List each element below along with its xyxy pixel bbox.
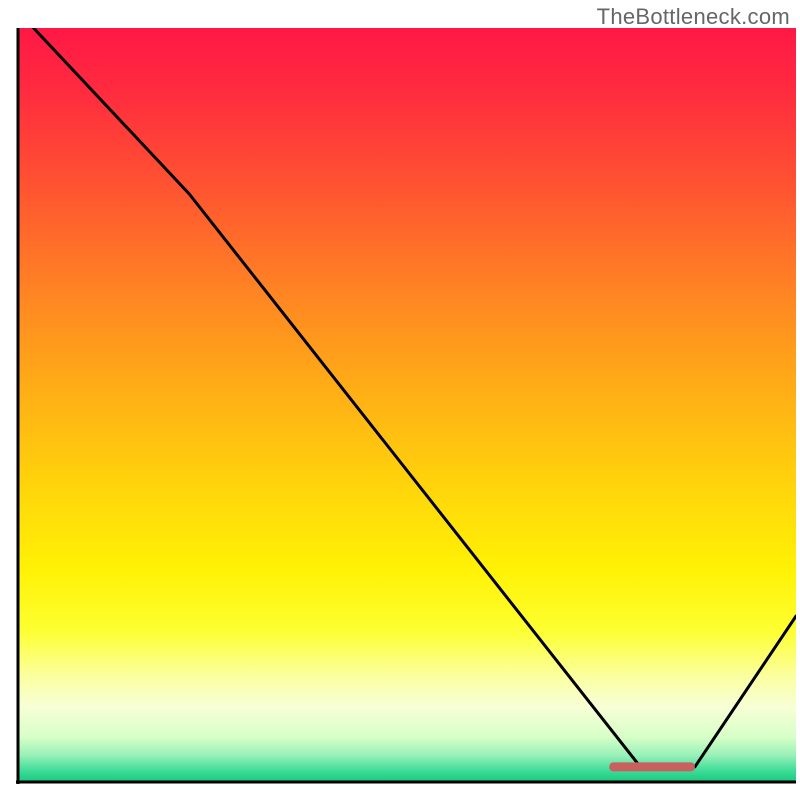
plot-area	[16, 28, 796, 784]
optimal-range-marker	[609, 762, 695, 771]
bottleneck-chart: TheBottleneck.com	[0, 0, 800, 800]
gradient-background	[18, 28, 796, 782]
watermark-text: TheBottleneck.com	[597, 4, 790, 30]
chart-svg	[0, 0, 800, 800]
